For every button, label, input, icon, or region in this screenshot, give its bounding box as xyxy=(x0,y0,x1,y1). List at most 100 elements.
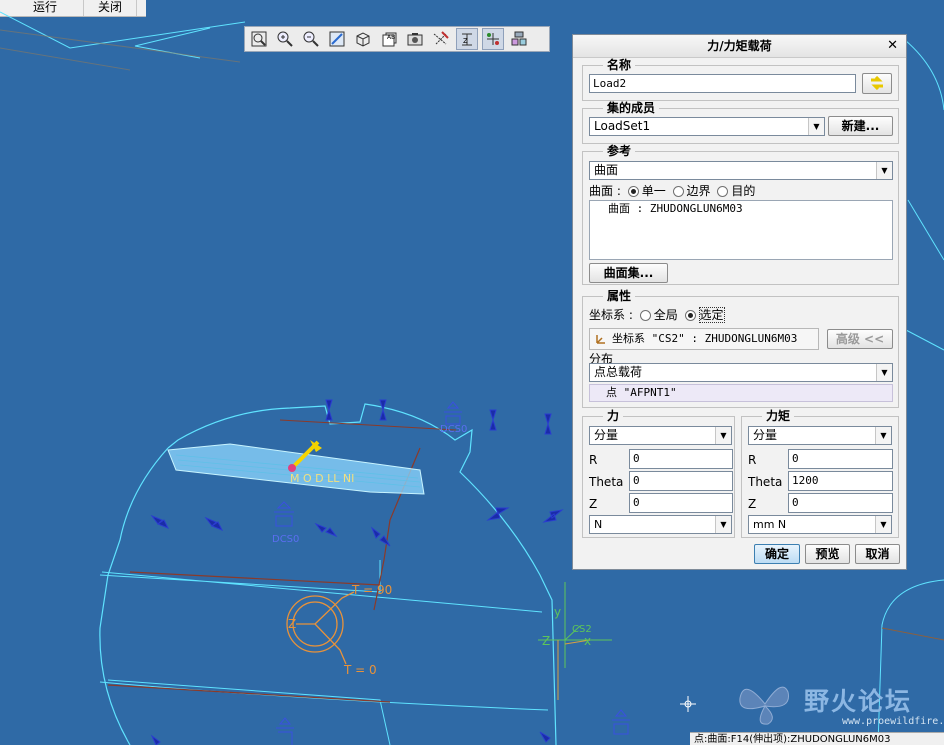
ok-button[interactable]: 确定 xyxy=(754,544,800,564)
csys-label-text: 坐标系 : xyxy=(589,308,633,322)
distribution-value: 点总载荷 xyxy=(594,365,643,379)
zoom-fit-button[interactable] xyxy=(248,28,270,50)
svg-text:AB: AB xyxy=(387,34,395,41)
moment-z-label: Z xyxy=(748,497,757,511)
properties-group-title: 属性 xyxy=(603,289,636,303)
view-orient-icon xyxy=(356,32,370,47)
moment-mode-select[interactable]: 分量 ▼ xyxy=(748,426,892,445)
zoom-in-button[interactable] xyxy=(274,28,296,50)
point-reference-field[interactable]: 点 "AFPNT1" xyxy=(589,384,893,402)
color-swatch-icon xyxy=(871,75,883,91)
force-mode-value: 分量 xyxy=(594,428,619,442)
force-r-input[interactable]: 0 xyxy=(629,449,733,469)
csys-display-icon xyxy=(511,31,527,46)
force-mode-select[interactable]: 分量 ▼ xyxy=(589,426,732,445)
force-theta-label: Theta xyxy=(589,475,624,489)
moment-theta-input[interactable]: 1200 xyxy=(788,471,893,491)
t90-label: T = 90 xyxy=(351,583,392,597)
moment-theta-label: Theta xyxy=(748,475,783,489)
radio-single[interactable] xyxy=(627,186,639,197)
moment-unit-value: mm N xyxy=(753,518,787,531)
preview-button[interactable]: 预览 xyxy=(805,544,850,564)
color-button[interactable] xyxy=(862,73,892,94)
name-input[interactable]: Load2 xyxy=(589,74,856,93)
new-loadset-button[interactable]: 新建... xyxy=(828,116,893,136)
surface-mode-row: 曲面 : 单一 边界 目的 xyxy=(589,184,755,198)
svg-text:Z: Z xyxy=(463,37,468,45)
t0-label: T = 0 xyxy=(343,663,377,677)
reference-type-value: 曲面 xyxy=(594,163,619,177)
chevron-down-icon: ▼ xyxy=(715,516,731,533)
name-group: 名称 Load2 xyxy=(582,58,899,101)
distribution-select[interactable]: 点总载荷 ▼ xyxy=(589,363,893,382)
csys-row: 坐标系 : 全局 选定 xyxy=(589,307,725,323)
loadset-group-title: 集的成员 xyxy=(603,101,660,115)
zoom-fit-icon xyxy=(251,31,267,47)
force-theta-input[interactable]: 0 xyxy=(629,471,733,491)
datum-plane-display-button[interactable] xyxy=(430,28,452,50)
zoom-out-button[interactable] xyxy=(300,28,322,50)
refit-button[interactable] xyxy=(326,28,348,50)
display-style-icon xyxy=(407,33,423,46)
refit-icon xyxy=(329,31,345,47)
surface-reference-list[interactable]: 曲面 : ZHUDONGLUN6M03 xyxy=(589,200,893,260)
advanced-button[interactable]: 高级 << xyxy=(827,329,893,349)
csys-selection-field[interactable]: 坐标系 "CS2" : ZHUDONGLUN6M03 xyxy=(589,328,819,350)
watermark-logo: 野火论坛 www.proewildfire.cn xyxy=(734,678,944,732)
radio-target[interactable] xyxy=(717,186,729,197)
surface-set-button[interactable]: 曲面集... xyxy=(589,263,668,283)
force-group-title: 力 xyxy=(603,409,624,423)
force-z-input[interactable]: 0 xyxy=(629,493,733,513)
x-axis-label: x xyxy=(584,634,591,648)
radio-boundary-label: 边界 xyxy=(686,184,711,198)
properties-group: 属性 坐标系 : 全局 选定 坐标系 "CS2" : ZHUDONGLUN6M0… xyxy=(582,289,899,408)
point-display-icon xyxy=(487,33,499,45)
loadset-select[interactable]: LoadSet1 ▼ xyxy=(589,117,825,136)
point-display-button[interactable] xyxy=(482,28,504,50)
csys-icon xyxy=(596,335,605,344)
view-orient-button[interactable] xyxy=(352,28,374,50)
saved-views-icon: AB xyxy=(382,32,397,47)
moment-unit-select[interactable]: mm N ▼ xyxy=(748,515,892,534)
references-group-title: 参考 xyxy=(603,144,636,158)
saved-views-button[interactable]: AB xyxy=(378,28,400,50)
force-group: 力 分量 ▼ R 0 Theta 0 Z 0 N ▼ xyxy=(582,409,735,538)
z-axis-label: Z xyxy=(288,617,296,631)
zoom-in-icon xyxy=(277,31,293,47)
z2-axis-label: Z xyxy=(542,634,550,648)
list-item[interactable]: 曲面 : ZHUDONGLUN6M03 xyxy=(590,201,892,217)
loadset-group: 集的成员 LoadSet1 ▼ 新建... xyxy=(582,101,899,144)
moment-group: 力矩 分量 ▼ R 0 Theta 1200 Z 0 mm N ▼ xyxy=(741,409,899,538)
axis-display-button[interactable]: Z xyxy=(456,28,478,50)
chevron-down-icon: ▼ xyxy=(876,364,892,381)
reference-type-select[interactable]: 曲面 ▼ xyxy=(589,161,893,180)
force-unit-select[interactable]: N ▼ xyxy=(589,515,732,534)
force-z-label: Z xyxy=(589,497,598,511)
radio-boundary[interactable] xyxy=(672,186,684,197)
radio-global-label: 全局 xyxy=(653,308,678,322)
moment-r-input[interactable]: 0 xyxy=(788,449,893,469)
force-r-label: R xyxy=(589,453,598,467)
chevron-down-icon: ▼ xyxy=(876,162,892,179)
radio-global[interactable] xyxy=(639,310,651,321)
moment-mode-value: 分量 xyxy=(753,428,778,442)
moment-group-title: 力矩 xyxy=(762,409,795,423)
watermark-url: www.proewildfire.cn xyxy=(842,716,944,727)
dcs-label-top: DCS0 xyxy=(440,424,467,435)
radio-single-label: 单一 xyxy=(641,184,666,198)
watermark-title: 野火论坛 xyxy=(804,687,913,716)
chevron-down-icon: ▼ xyxy=(875,516,891,533)
chevron-down-icon: ▼ xyxy=(715,427,731,444)
moment-z-input[interactable]: 0 xyxy=(788,493,893,513)
name-group-title: 名称 xyxy=(603,58,636,72)
close-icon[interactable]: ✕ xyxy=(887,35,898,57)
csys-value: 坐标系 "CS2" : ZHUDONGLUN6M03 xyxy=(612,332,798,345)
cancel-button[interactable]: 取消 xyxy=(855,544,900,564)
force-moment-load-dialog: 力/力矩载荷 ✕ 名称 Load2 集的成员 LoadSet1 ▼ 新建... 参… xyxy=(572,34,907,570)
radio-selected[interactable] xyxy=(684,310,696,321)
load-label: M O D LL NI xyxy=(290,472,354,485)
display-style-button[interactable] xyxy=(404,28,426,50)
csys-display-button[interactable] xyxy=(508,28,530,50)
status-bar: 点:曲面:F14(伸出项):ZHUDONGLUN6M03 xyxy=(690,732,944,745)
chevron-down-icon: ▼ xyxy=(808,118,824,135)
